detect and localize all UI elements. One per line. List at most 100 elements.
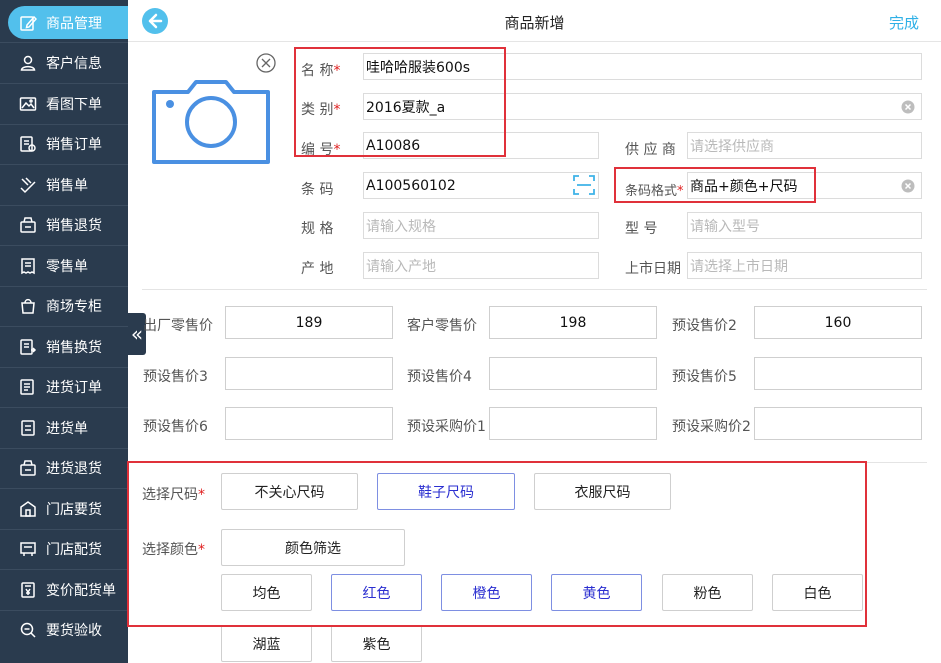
- size-option-none[interactable]: 不关心尺码: [221, 473, 358, 510]
- sidebar-item-sales-slip[interactable]: 销售单: [0, 165, 128, 205]
- name-field[interactable]: 哇哈哈服装600s: [363, 53, 922, 80]
- name-label: 名 称*: [301, 63, 341, 79]
- purchase-order-icon: [19, 378, 37, 396]
- sidebar-item-label: 进货订单: [46, 380, 102, 396]
- bag-icon: [19, 297, 37, 315]
- price-input[interactable]: [754, 357, 922, 390]
- sidebar-item-label: 销售换货: [46, 340, 102, 356]
- edit-icon: [19, 14, 37, 32]
- price-input[interactable]: [225, 407, 393, 440]
- color-option[interactable]: 均色: [221, 574, 312, 611]
- category-label-text: 类 别: [301, 102, 334, 118]
- return-icon: [19, 216, 37, 234]
- barcode-format-label-text: 条码格式: [625, 184, 678, 199]
- sidebar: 商品管理 客户信息 看图下单 销售订单 销售单 销售退货 零售单 商场专柜 销售…: [0, 0, 128, 663]
- model-label: 型 号: [625, 221, 658, 237]
- sidebar-item-purchase[interactable]: 进货单: [0, 408, 128, 448]
- sidebar-item-purchase-return[interactable]: 进货退货: [0, 448, 128, 488]
- price-input[interactable]: [754, 407, 922, 440]
- sidebar-item-sales-exchange[interactable]: 销售换货: [0, 327, 128, 367]
- distribution-icon: [19, 540, 37, 558]
- inspect-icon: [19, 621, 37, 639]
- size-option-shoes[interactable]: 鞋子尺码: [377, 473, 515, 510]
- image-icon: [19, 95, 37, 113]
- sidebar-item-image-order[interactable]: 看图下单: [0, 84, 128, 124]
- sidebar-item-sales-return[interactable]: 销售退货: [0, 205, 128, 245]
- sidebar-item-store-distribution[interactable]: 门店配货: [0, 529, 128, 569]
- page-title: 商品新增: [504, 14, 565, 32]
- price-label: 出厂零售价: [143, 318, 213, 334]
- price-input[interactable]: 189: [225, 306, 393, 339]
- sidebar-item-mall-counter[interactable]: 商场专柜: [0, 286, 128, 326]
- price-label: 预设售价5: [672, 369, 737, 385]
- sidebar-item-retail[interactable]: 零售单: [0, 246, 128, 286]
- barcode-format-field[interactable]: 商品+颜色+尺码: [687, 172, 922, 199]
- color-filter-button[interactable]: 颜色筛选: [221, 529, 405, 566]
- order-icon: [19, 135, 37, 153]
- clear-icon[interactable]: [901, 100, 915, 114]
- model-field[interactable]: 请输入型号: [687, 212, 922, 239]
- category-field[interactable]: 2016夏款_a: [363, 93, 922, 120]
- sidebar-item-inspect[interactable]: 要货验收: [0, 610, 128, 650]
- sidebar-item-customers[interactable]: 客户信息: [0, 43, 128, 83]
- exchange-icon: [19, 338, 37, 356]
- color-option[interactable]: 橙色: [441, 574, 532, 611]
- price-label: 预设售价4: [407, 369, 472, 385]
- price-input[interactable]: [489, 407, 657, 440]
- sale-icon: [19, 176, 37, 194]
- camera-icon[interactable]: [148, 78, 274, 164]
- price-label: 预设售价2: [672, 318, 737, 334]
- purchase-return-icon: [19, 459, 37, 477]
- store-icon: [19, 500, 37, 518]
- remove-photo-icon[interactable]: [255, 52, 277, 74]
- sidebar-item-label: 进货退货: [46, 461, 102, 477]
- name-label-text: 名 称: [301, 63, 334, 79]
- price-input[interactable]: [225, 357, 393, 390]
- header: 商品新增 完成: [128, 0, 941, 42]
- color-label: 选择颜色*: [142, 542, 205, 558]
- sidebar-item-label: 商场专柜: [46, 299, 102, 315]
- price-input[interactable]: 198: [489, 306, 657, 339]
- sidebar-item-purchase-order[interactable]: 进货订单: [0, 367, 128, 407]
- scan-icon[interactable]: [572, 173, 596, 197]
- price-input[interactable]: [489, 357, 657, 390]
- done-button[interactable]: 完成: [889, 12, 919, 33]
- sidebar-item-label: 门店要货: [46, 502, 102, 518]
- origin-field[interactable]: 请输入产地: [363, 252, 599, 279]
- launch-date-field[interactable]: 请选择上市日期: [687, 252, 922, 279]
- code-field[interactable]: A10086: [363, 132, 599, 159]
- sidebar-item-label: 变价配货单: [46, 583, 116, 599]
- supplier-label: 供 应 商: [625, 142, 676, 158]
- sidebar-item-price-change[interactable]: 变价配货单: [0, 570, 128, 610]
- sidebar-item-label: 要货验收: [46, 623, 102, 639]
- color-option[interactable]: 红色: [331, 574, 422, 611]
- code-label-text: 编 号: [301, 142, 334, 158]
- price-label: 预设采购价2: [672, 419, 751, 435]
- spec-label: 规 格: [301, 221, 334, 237]
- category-label: 类 别*: [301, 102, 341, 118]
- sidebar-item-sales-order[interactable]: 销售订单: [0, 124, 128, 164]
- price-change-icon: [19, 581, 37, 599]
- sidebar-item-label: 客户信息: [46, 56, 102, 72]
- color-option[interactable]: 湖蓝: [221, 625, 312, 662]
- price-input[interactable]: 160: [754, 306, 922, 339]
- color-option[interactable]: 粉色: [662, 574, 753, 611]
- supplier-field[interactable]: 请选择供应商: [687, 132, 922, 159]
- category-value: 2016夏款_a: [366, 99, 446, 116]
- user-icon: [19, 54, 37, 72]
- size-label-text: 选择尺码: [142, 487, 198, 503]
- barcode-field[interactable]: A100560102: [363, 172, 599, 199]
- color-option[interactable]: 紫色: [331, 625, 422, 662]
- sidebar-item-goods[interactable]: 商品管理: [8, 6, 128, 39]
- sidebar-item-label: 商品管理: [46, 15, 102, 32]
- spec-field[interactable]: 请输入规格: [363, 212, 599, 239]
- sidebar-item-store-request[interactable]: 门店要货: [0, 489, 128, 529]
- clear-icon[interactable]: [901, 179, 915, 193]
- size-option-clothes[interactable]: 衣服尺码: [534, 473, 671, 510]
- sidebar-item-label: 进货单: [46, 421, 88, 437]
- color-label-text: 选择颜色: [142, 542, 198, 558]
- color-option[interactable]: 黄色: [551, 574, 642, 611]
- color-option[interactable]: 白色: [772, 574, 863, 611]
- launch-date-label: 上市日期: [625, 261, 681, 277]
- price-label: 客户零售价: [407, 318, 477, 334]
